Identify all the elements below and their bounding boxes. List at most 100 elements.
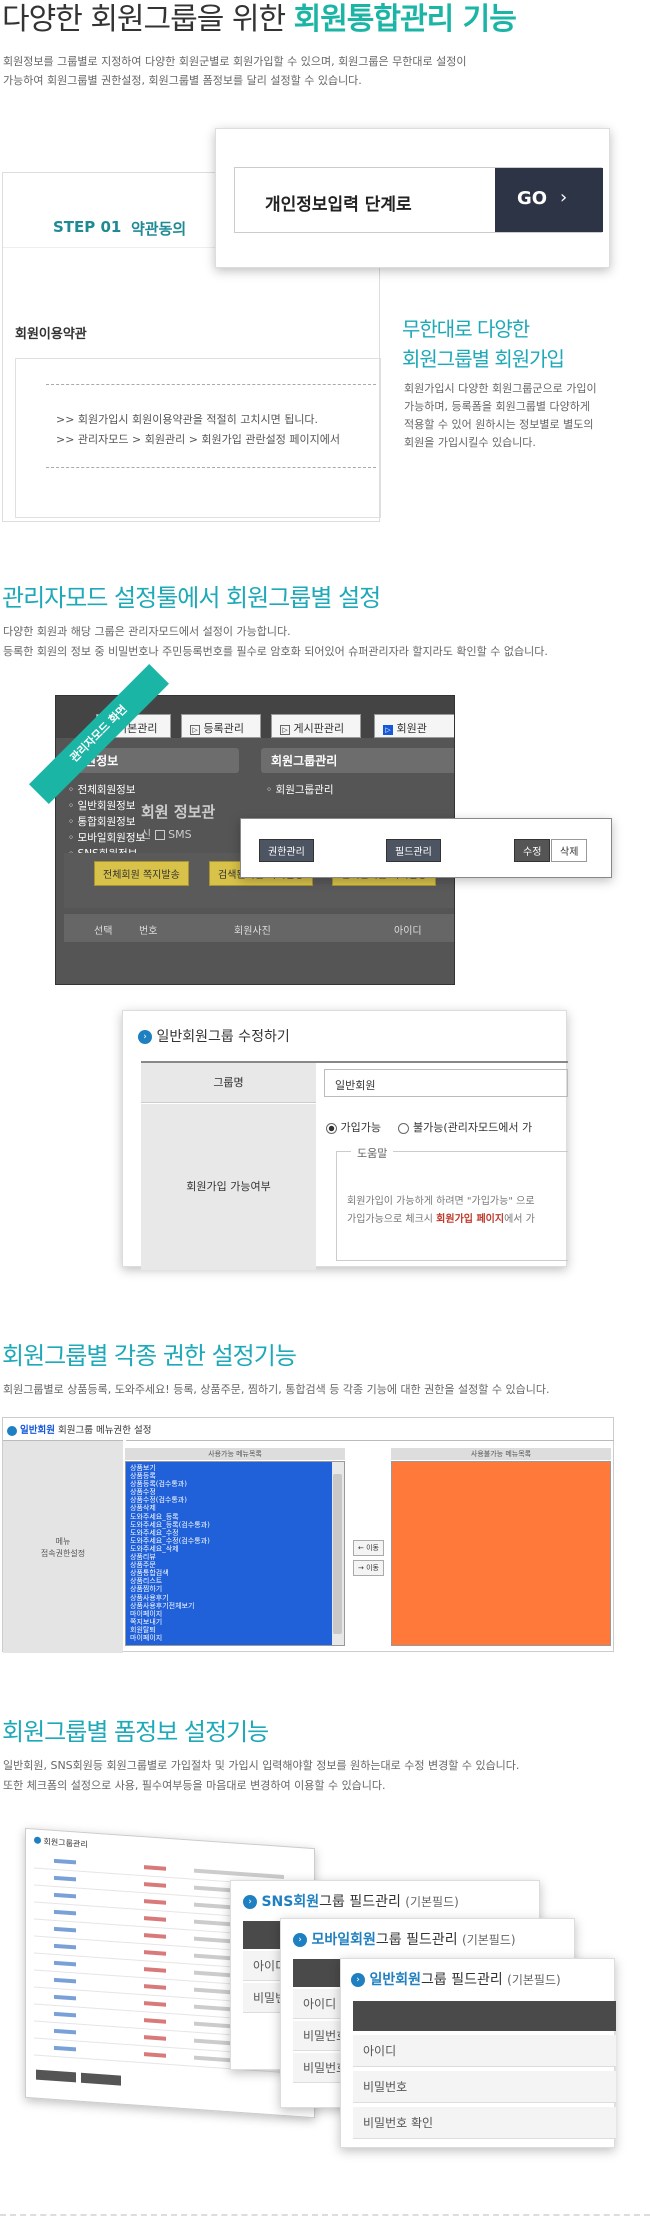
menu-option[interactable]: 상품사용후기 — [130, 1594, 210, 1602]
scrollbar[interactable] — [332, 1462, 344, 1645]
join-page-link[interactable]: 회원가입 페이지 — [436, 1214, 504, 1225]
member-list-item[interactable]: ◦ 통합회원정보 — [68, 814, 145, 830]
row-cell — [144, 2052, 166, 2058]
edit-card-title: › 일반회원그룹 수정하기 — [138, 1026, 290, 1046]
menu-option[interactable]: 도와주세요_등록 — [130, 1513, 210, 1521]
unlimited-desc-line: 회원을 가입시킬수 있습니다. — [404, 436, 536, 449]
menu-option[interactable]: 도와주세요_수정(검수통과) — [130, 1537, 210, 1545]
join-allowed-label: 회원가입 가능여부 — [141, 1104, 316, 1270]
group-item[interactable]: ◦ 회원그룹관리 — [266, 782, 334, 797]
field-id[interactable]: 아이디 — [353, 2035, 616, 2067]
thumb-button[interactable] — [81, 2072, 121, 2086]
edit-table: 그룹명 일반회원 회원가입 가능여부 가입가능 불가능(관리자모드에서 가 도움… — [141, 1061, 568, 1270]
radio-unselected[interactable] — [398, 1122, 410, 1134]
send-all-button[interactable]: 전체회원 쪽지발송 — [94, 861, 189, 886]
form-desc-line: 또한 체크폼의 설정으로 사용, 필수여부등을 마음대로 변경하여 이용할 수 … — [3, 1779, 386, 1792]
row-cell — [54, 2045, 76, 2052]
card-header-bar — [353, 2001, 616, 2031]
member-list-label: 통합회원정보 — [77, 816, 136, 828]
move-left-button[interactable]: ← 이동 — [353, 1540, 384, 1556]
dashed-divider — [46, 467, 376, 468]
unavail-header: 사용불가능 메뉴목록 — [391, 1448, 611, 1460]
tab-label: 게시판관리 — [293, 722, 345, 735]
perm-desc: 회원그룹별로 상품등록, 도와주세요! 등록, 상품주문, 찜하기, 통합검색 … — [3, 1383, 550, 1396]
mobile-card-title: › 모바일회원그룹 필드관리 (기본필드) — [293, 1929, 516, 1949]
chevron-right-icon: › — [560, 187, 568, 208]
menu-option[interactable]: 도와주세요_수정 — [130, 1529, 210, 1537]
menu-option[interactable]: 마이페이지 — [130, 1610, 210, 1618]
menu-option[interactable]: 도와주세요_등록(검수통과) — [130, 1521, 210, 1529]
menu-option[interactable]: 회원탈퇴 — [130, 1626, 210, 1634]
avail-header: 사용가능 메뉴목록 — [125, 1448, 345, 1460]
perm-left-label-line: 접속권한설정 — [40, 1549, 86, 1558]
row-cell — [144, 2018, 166, 2024]
play-icon: ▷ — [280, 725, 290, 735]
unavail-list[interactable] — [391, 1461, 611, 1646]
row-cell — [54, 1926, 76, 1933]
tab-member[interactable]: ▷ 회원관 — [374, 714, 454, 738]
menu-option[interactable]: 상품사용후기전체보기 — [130, 1602, 210, 1610]
step-header: STEP 01 약관동의 — [3, 173, 228, 248]
row-cell — [54, 1960, 76, 1967]
form-section-title: 회원그룹별 폼정보 설정기능 — [2, 1718, 269, 1746]
basic-tag: (기본필드) — [405, 1895, 459, 1909]
card-title-text: 그룹 필드관리 — [375, 1932, 458, 1948]
delete-button[interactable]: 삭제 — [551, 839, 588, 862]
menu-option[interactable]: 상품등록 — [130, 1472, 210, 1480]
move-right-button[interactable]: → 이동 — [353, 1560, 384, 1576]
unlimited-title: 무한대로 다양한 회원그룹별 회원가입 — [402, 314, 565, 374]
perm-left-label-line: 메뉴 — [55, 1537, 71, 1546]
card-title-text: 그룹 필드관리 — [319, 1894, 401, 1910]
row-cell — [144, 1882, 166, 1888]
list-title-text: 회원그룹관리 — [43, 1837, 88, 1850]
field-password[interactable]: 비밀번호 — [353, 2071, 616, 2103]
menu-option[interactable]: 상품리뷰 — [130, 1553, 210, 1561]
sms-checkbox[interactable] — [154, 830, 165, 840]
table-header: 선택 번호 회원사진 아이디 — [64, 914, 454, 942]
general-field-card: › 일반회원그룹 필드관리 (기본필드) 아이디 비밀번호 비밀번호 확인 — [340, 1958, 616, 2148]
scrollbar-thumb[interactable] — [333, 1474, 342, 1634]
sns-card-title: › SNS회원그룹 필드관리 (기본필드) — [243, 1891, 459, 1911]
menu-option[interactable]: 상품찜하기 — [130, 1585, 210, 1593]
tab-register[interactable]: ▷ 등록관리 — [181, 714, 261, 738]
help-box: 도움말 회원가입이 가능하게 하려면 "가입가능" 으로 가입가능으로 체크시 … — [336, 1145, 568, 1261]
unlimited-desc: 회원가입시 다양한 회원그룹군으로 가입이 가능하며, 등록폼을 회원그룹별 다양… — [404, 380, 597, 452]
menu-option[interactable]: 쪽지보내기 — [130, 1618, 210, 1626]
avail-list[interactable]: 상품보기 상품등록 상품등록(검수통과) 상품수정 상품수정(검수통과) 상품삭제 도와주세… — [125, 1461, 345, 1646]
terms-box[interactable]: >> 회원가입시 회원이용약관을 적절히 고치시면 됩니다. >> 관리자모드 … — [15, 358, 381, 518]
row-cell — [144, 1984, 166, 1990]
group-name-input[interactable]: 일반회원 — [324, 1069, 568, 1097]
hero-desc: 회원정보를 그룹별로 지정하여 다양한 회원군별로 회원가입할 수 있으며, 회… — [3, 52, 467, 90]
admin-section-title: 관리자모드 설정툴에서 회원그룹별 설정 — [2, 584, 381, 612]
menu-option[interactable]: 도와주세요_삭제 — [130, 1545, 210, 1553]
menu-option[interactable]: 상품보기 — [130, 1464, 210, 1472]
row-cell — [54, 1892, 76, 1899]
info-circle-icon: › — [351, 1973, 365, 1987]
member-list-item[interactable]: ◦ 모바일회원정보 — [68, 830, 145, 846]
permission-button[interactable]: 권한관리 — [259, 839, 314, 862]
field-button[interactable]: 필드관리 — [386, 839, 441, 862]
member-list-item[interactable]: ◦ 일반회원정보 — [68, 798, 145, 814]
menu-option[interactable]: 상품삭제 — [130, 1504, 210, 1512]
unlimited-title-2: 회원그룹별 회원가입 — [402, 347, 565, 371]
info-circle-icon: › — [138, 1030, 152, 1044]
th-id: 아이디 — [394, 926, 422, 937]
th-photo: 회원사진 — [234, 926, 271, 937]
menu-option[interactable]: 마이페이지 — [130, 1634, 210, 1642]
go-button[interactable]: GO › — [495, 168, 603, 232]
field-password-confirm[interactable]: 비밀번호 확인 — [353, 2107, 616, 2139]
menu-option[interactable]: 상품주문 — [130, 1561, 210, 1569]
tab-label: 등록관리 — [203, 722, 244, 735]
perm-section-title: 회원그룹별 각종 권한 설정기능 — [2, 1342, 297, 1370]
row-cell — [144, 1899, 166, 1905]
row-cell — [54, 1977, 76, 1984]
tab-board[interactable]: ▷ 게시판관리 — [271, 714, 361, 738]
unlimited-desc-line: 회원가입시 다양한 회원그룹군으로 가입이 — [404, 382, 597, 395]
avail-list-items: 상품보기 상품등록 상품등록(검수통과) 상품수정 상품수정(검수통과) 상품삭제 도와주세… — [130, 1464, 210, 1642]
popup-toolbar: 권한관리 필드관리 수정 삭제 — [240, 818, 612, 878]
thumb-button[interactable] — [36, 2069, 76, 2083]
member-list-item[interactable]: ◦ 전체회원정보 — [68, 782, 145, 798]
edit-button[interactable]: 수정 — [514, 839, 551, 862]
radio-selected[interactable] — [326, 1122, 337, 1134]
